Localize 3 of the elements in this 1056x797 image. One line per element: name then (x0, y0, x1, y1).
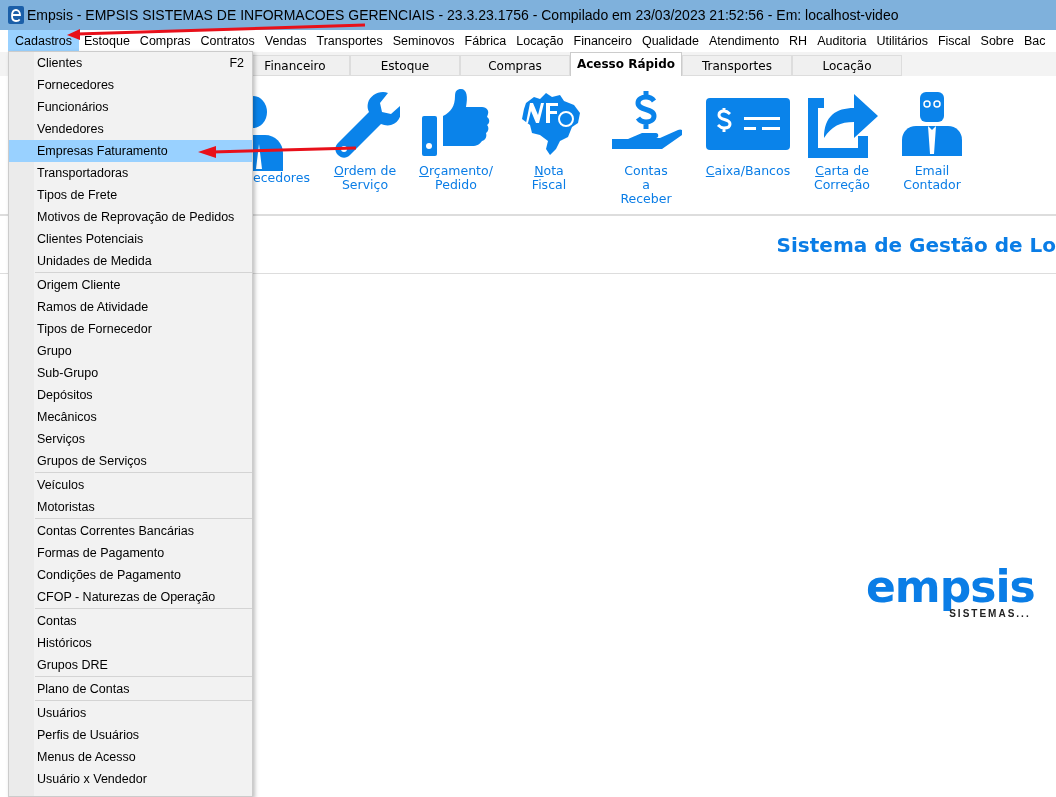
company-logo: empsis SISTEMAS... (866, 568, 1035, 621)
page-heading: Sistema de Gestão de Lo (776, 231, 1056, 259)
window-title: Empsis - EMPSIS SISTEMAS DE INFORMACOES GERENCIAIS - 23.3.23.1756 - Compilado em 23/03/2023 21:52:56 - Em: localhost-video (27, 5, 899, 25)
